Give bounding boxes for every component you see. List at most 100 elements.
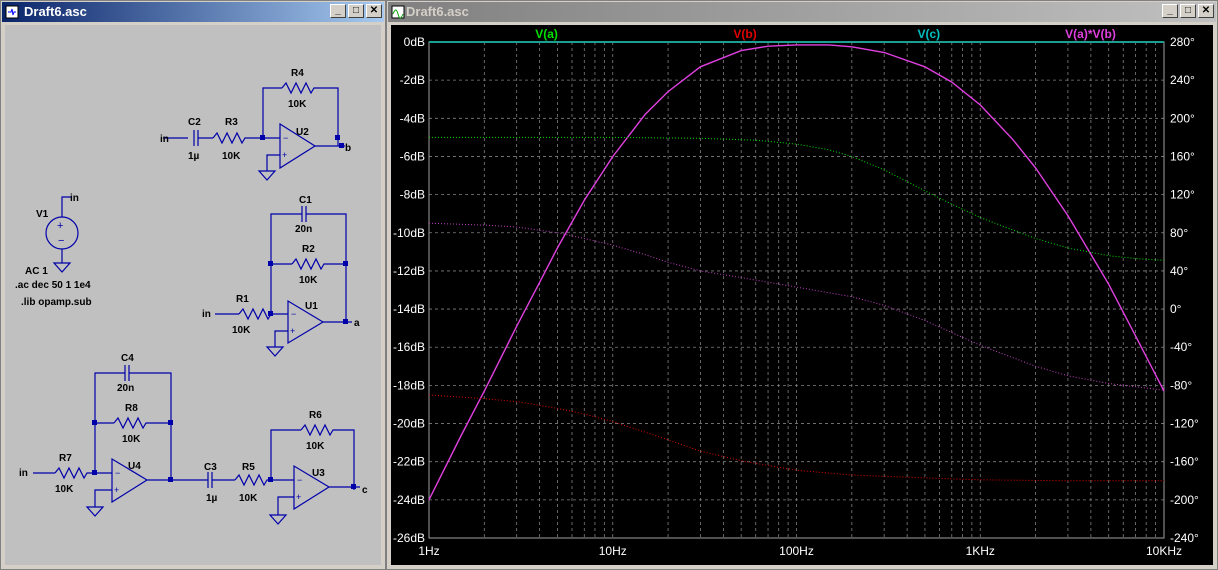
close-button[interactable]: ✕ — [366, 4, 382, 18]
net-in-1: in — [160, 134, 169, 145]
y-tick-label-left: -12dB — [393, 264, 425, 278]
r7-value: 10K — [55, 484, 74, 495]
schematic-title-bar[interactable]: Draft6.asc _ □ ✕ — [2, 2, 384, 22]
waveform-plot-area[interactable]: 0dB -2dB -4dB -6dB -8dB -10dB -12dB -14dB -16dB -… — [391, 25, 1213, 565]
trace-legend-label: V(b) — [733, 27, 756, 41]
schematic-drawing: − + − + − + − + + − R4 10K C2 1µ R3 10K U2 in… — [15, 68, 368, 525]
y-tick-label-left: -4dB — [400, 111, 425, 125]
r6-label: R6 — [309, 410, 322, 421]
y-tick-label-left: -20dB — [393, 417, 425, 431]
svg-text:+: + — [296, 492, 301, 502]
waveform-window: Draft6.asc _ □ ✕ 0dB -2dB -4dB -6dB -8dB -10d… — [386, 0, 1218, 570]
maximize-button[interactable]: □ — [1180, 4, 1196, 18]
net-b: b — [345, 143, 351, 154]
c1-label: C1 — [299, 195, 312, 206]
x-tick-label: 10Hz — [599, 544, 627, 558]
schematic-window: Draft6.asc _ □ ✕ − + − + − + − + + − R4 … — [0, 0, 386, 570]
y-tick-label-right: 80° — [1170, 226, 1188, 240]
x-tick-label: 1KHz — [966, 544, 995, 558]
svg-text:−: − — [58, 235, 64, 247]
minimize-button[interactable]: _ — [330, 4, 346, 18]
net-c: c — [362, 485, 368, 496]
r3-value: 10K — [222, 151, 241, 162]
y-tick-label-left: -2dB — [400, 73, 425, 87]
svg-text:+: + — [282, 150, 287, 160]
c4-label: C4 — [121, 353, 134, 364]
y-tick-label-right: -240° — [1170, 531, 1199, 545]
u1-label: U1 — [305, 301, 318, 312]
r4-value: 10K — [288, 99, 307, 110]
y-tick-label-left: -8dB — [400, 188, 425, 202]
y-tick-label-right: 120° — [1170, 188, 1195, 202]
x-tick-label: 1Hz — [418, 544, 439, 558]
y-tick-label-left: -10dB — [393, 226, 425, 240]
y-tick-label-left: -18dB — [393, 378, 425, 392]
u4-label: U4 — [128, 461, 141, 472]
net-in-v1: in — [70, 193, 79, 204]
svg-text:+: + — [114, 485, 119, 495]
maximize-button[interactable]: □ — [348, 4, 364, 18]
c4-value: 20n — [117, 383, 134, 394]
y-tick-label-right: 0° — [1170, 302, 1182, 316]
x-tick-label: 100Hz — [779, 544, 814, 558]
y-tick-label-right: 160° — [1170, 149, 1195, 163]
y-tick-label-right: 280° — [1170, 35, 1195, 49]
r6-value: 10K — [306, 441, 325, 452]
trace-legend-label: V(a)*V(b) — [1065, 27, 1116, 41]
r5-label: R5 — [242, 462, 255, 473]
r2-label: R2 — [302, 244, 315, 255]
r4-label: R4 — [291, 68, 304, 79]
y-tick-label-right: -200° — [1170, 493, 1199, 507]
c2-value: 1µ — [188, 151, 200, 162]
trace-v-b-phase — [428, 394, 1164, 482]
net-in-2: in — [202, 309, 211, 320]
y-tick-label-left: -14dB — [393, 302, 425, 316]
r3-label: R3 — [225, 117, 238, 128]
schematic-doc-icon — [5, 5, 19, 19]
waveform-window-title: Draft6.asc — [406, 4, 469, 19]
r1-label: R1 — [236, 294, 249, 305]
u2-label: U2 — [296, 127, 309, 138]
svg-text:−: − — [283, 133, 288, 143]
waveform-doc-icon — [391, 5, 405, 19]
x-tick-label: 10KHz — [1146, 544, 1182, 558]
schematic-canvas[interactable]: − + − + − + − + + − R4 10K C2 1µ R3 10K U2 in… — [5, 25, 381, 565]
waveform-title-bar[interactable]: Draft6.asc _ □ ✕ — [388, 2, 1216, 22]
svg-text:+: + — [290, 326, 295, 336]
close-button[interactable]: ✕ — [1198, 4, 1214, 18]
c1-value: 20n — [295, 224, 312, 235]
svg-text:−: − — [115, 468, 120, 478]
c3-value: 1µ — [206, 493, 218, 504]
y-tick-label-right: -40° — [1170, 340, 1192, 354]
v1-value: AC 1 — [25, 266, 48, 277]
net-a: a — [354, 318, 360, 329]
r8-label: R8 — [125, 403, 138, 414]
y-tick-label-left: -26dB — [393, 531, 425, 545]
y-tick-label-right: -120° — [1170, 417, 1199, 431]
y-tick-label-right: 200° — [1170, 111, 1195, 125]
y-tick-label-right: -160° — [1170, 455, 1199, 469]
r2-value: 10K — [299, 275, 318, 286]
u3-label: U3 — [312, 468, 325, 479]
y-tick-label-right: 240° — [1170, 73, 1195, 87]
r1-value: 10K — [232, 325, 251, 336]
r5-value: 10K — [239, 493, 258, 504]
y-tick-label-left: -16dB — [393, 340, 425, 354]
c2-label: C2 — [188, 117, 201, 128]
v1-label: V1 — [36, 209, 49, 220]
lib-directive: .lib opamp.sub — [21, 297, 92, 308]
r7-label: R7 — [59, 453, 72, 464]
c3-label: C3 — [204, 462, 217, 473]
schematic-window-title: Draft6.asc — [24, 4, 87, 19]
svg-text:−: − — [297, 475, 302, 485]
trace-legend-label: V(c) — [917, 27, 940, 41]
bode-plot: 0dB -2dB -4dB -6dB -8dB -10dB -12dB -14dB -16dB -… — [393, 27, 1199, 558]
y-tick-label-right: 40° — [1170, 264, 1188, 278]
y-tick-label-left: -24dB — [393, 493, 425, 507]
net-in-3: in — [19, 468, 28, 479]
minimize-button[interactable]: _ — [1162, 4, 1178, 18]
ac-directive: .ac dec 50 1 1e4 — [15, 280, 91, 291]
y-tick-label-left: -22dB — [393, 455, 425, 469]
r8-value: 10K — [122, 434, 141, 445]
y-tick-label-right: -80° — [1170, 378, 1192, 392]
